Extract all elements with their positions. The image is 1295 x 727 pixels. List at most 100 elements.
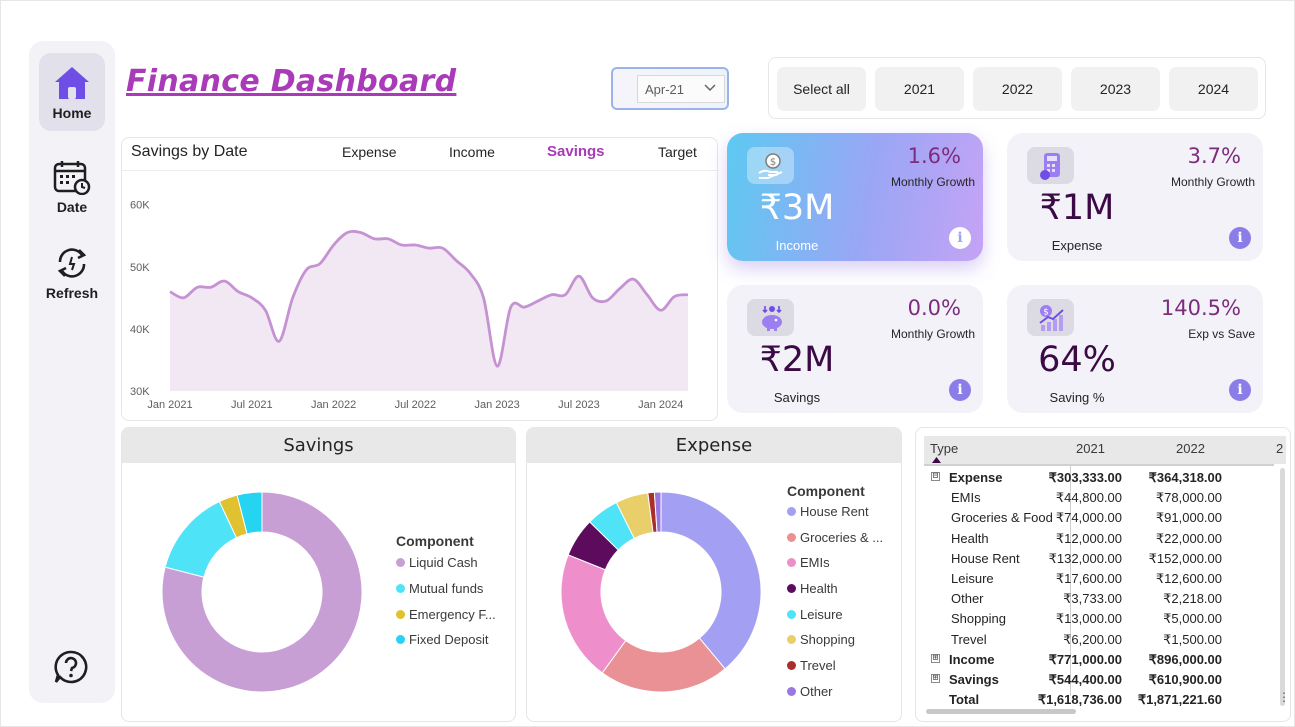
date-dropdown[interactable]: Apr-21 (637, 75, 725, 103)
year-2022-button[interactable]: 2022 (973, 67, 1062, 111)
data-point[interactable] (359, 231, 363, 235)
data-point[interactable] (277, 339, 281, 343)
more-options-icon[interactable]: ⋮ (1278, 690, 1290, 704)
data-point[interactable] (413, 243, 417, 247)
header-2021[interactable]: 2021 (1076, 441, 1105, 456)
collapse-icon[interactable]: ⊟ (931, 472, 940, 481)
cell-2021: ₹17,600.00 (1055, 571, 1122, 586)
data-point[interactable] (672, 295, 676, 299)
vertical-scrollbar[interactable] (1280, 468, 1285, 706)
expense-legend-item[interactable]: EMIs (787, 555, 830, 570)
data-point[interactable] (263, 308, 267, 312)
data-point[interactable] (482, 296, 486, 300)
expense-legend-item[interactable]: Health (787, 581, 838, 596)
table-row[interactable]: ⊞ Income ₹771,000.00 ₹896,000.00 (924, 650, 1274, 670)
expand-icon[interactable]: ⊞ (931, 653, 940, 663)
expense-legend-item[interactable]: Shopping (787, 632, 855, 647)
table-row[interactable]: ⊟ Expense ₹303,333.00 ₹364,318.00 (924, 468, 1274, 488)
data-point[interactable] (468, 271, 472, 275)
nav-date-label: Date (56, 199, 88, 215)
cell-2022: ₹22,000.00 (1155, 530, 1222, 546)
savings-legend-item[interactable]: Emergency F... (396, 607, 496, 622)
donut-slice[interactable] (660, 491, 762, 670)
data-point[interactable] (618, 287, 622, 291)
table-row[interactable]: ⊞ Savings ₹544,400.00 ₹610,900.00 (924, 670, 1274, 690)
data-point[interactable] (168, 290, 172, 294)
expand-icon[interactable]: ⊞ (931, 674, 940, 683)
expense-legend-item[interactable]: Leisure (787, 607, 843, 622)
kpi-savings-card[interactable]: 0.0% Monthly Growth ₹2M Savings i (727, 285, 983, 413)
data-point[interactable] (250, 296, 254, 300)
expense-legend-item[interactable]: Other (787, 684, 833, 699)
data-point[interactable] (495, 364, 499, 368)
data-point[interactable] (400, 243, 404, 247)
header-2023-truncated[interactable]: 2 (1276, 441, 1283, 456)
data-point[interactable] (604, 299, 608, 303)
type-year-matrix: Type 2021 2022 2 ⊟ Expense ₹303,333.00 ₹364… (915, 427, 1291, 722)
data-point[interactable] (209, 285, 213, 289)
table-row: EMIs ₹44,800.00 ₹78,000.00 (924, 488, 1274, 508)
kpi-saving-pct-value: 64% (1038, 340, 1116, 380)
data-point[interactable] (631, 277, 635, 281)
sort-desc-icon[interactable] (932, 457, 941, 463)
expense-legend-item[interactable]: House Rent (787, 504, 869, 519)
savings-legend-item[interactable]: Mutual funds (396, 581, 483, 596)
kpi-income-card[interactable]: $ 1.6% Monthly Growth ₹3M Income i (727, 133, 983, 261)
data-point[interactable] (291, 296, 295, 300)
data-point[interactable] (550, 293, 554, 297)
help-button[interactable] (53, 649, 89, 689)
data-point[interactable] (659, 308, 663, 312)
year-2024-button[interactable]: 2024 (1169, 67, 1258, 111)
cell-2022: ₹364,318.00 (1148, 470, 1222, 485)
data-point[interactable] (318, 262, 322, 266)
kpi-saving-pct-card[interactable]: $ 140.5% Exp vs Save 64% Saving % i (1007, 285, 1263, 413)
info-icon[interactable]: i (949, 379, 971, 401)
data-point[interactable] (195, 285, 199, 289)
legend-dot (396, 584, 405, 593)
data-point[interactable] (645, 293, 649, 297)
data-point[interactable] (223, 279, 227, 283)
data-point[interactable] (536, 299, 540, 303)
data-point[interactable] (332, 243, 336, 247)
year-2021-button[interactable]: 2021 (875, 67, 964, 111)
horizontal-scrollbar[interactable] (926, 709, 1076, 714)
chevron-down-icon (704, 84, 716, 91)
data-point[interactable] (386, 237, 390, 241)
data-point[interactable] (454, 259, 458, 263)
data-point[interactable] (509, 305, 513, 309)
data-point[interactable] (522, 305, 526, 309)
info-icon[interactable]: i (1229, 379, 1251, 401)
year-select-all-button[interactable]: Select all (777, 67, 866, 111)
data-point[interactable] (304, 268, 308, 272)
legend-label: Groceries & ... (800, 530, 884, 545)
date-filter[interactable]: Apr-21 (611, 67, 729, 110)
data-point[interactable] (372, 237, 376, 241)
income-hand-coin-icon: $ (747, 147, 794, 184)
nav-date-button[interactable]: Date (39, 147, 105, 225)
data-point[interactable] (441, 246, 445, 250)
header-2022[interactable]: 2022 (1176, 441, 1205, 456)
data-point[interactable] (345, 231, 349, 235)
nav-refresh-button[interactable]: Refresh (39, 233, 105, 311)
refresh-icon (57, 248, 87, 278)
nav-home-button[interactable]: Home (39, 53, 105, 131)
info-icon[interactable]: i (949, 227, 971, 249)
expense-legend-item[interactable]: Trevel (787, 658, 836, 673)
data-point[interactable] (236, 290, 240, 294)
data-point[interactable] (686, 293, 690, 297)
kpi-expense-card[interactable]: 3.7% Monthly Growth ₹1M Expense i (1007, 133, 1263, 261)
cell-2022: ₹2,218.00 (1163, 591, 1222, 607)
data-point[interactable] (591, 296, 595, 300)
data-point[interactable] (427, 246, 431, 250)
data-point[interactable] (563, 293, 567, 297)
header-type[interactable]: Type (930, 441, 958, 456)
data-point[interactable] (577, 274, 581, 278)
expense-legend-item[interactable]: Groceries & ... (787, 530, 883, 545)
cell-2022: ₹152,000.00 (1148, 550, 1222, 566)
savings-legend-item[interactable]: Fixed Deposit (396, 632, 488, 647)
info-icon[interactable]: i (1229, 227, 1251, 249)
cell-2022: ₹5,000.00 (1163, 611, 1222, 627)
data-point[interactable] (182, 296, 186, 300)
year-2023-button[interactable]: 2023 (1071, 67, 1160, 111)
savings-legend-item[interactable]: Liquid Cash (396, 555, 478, 570)
